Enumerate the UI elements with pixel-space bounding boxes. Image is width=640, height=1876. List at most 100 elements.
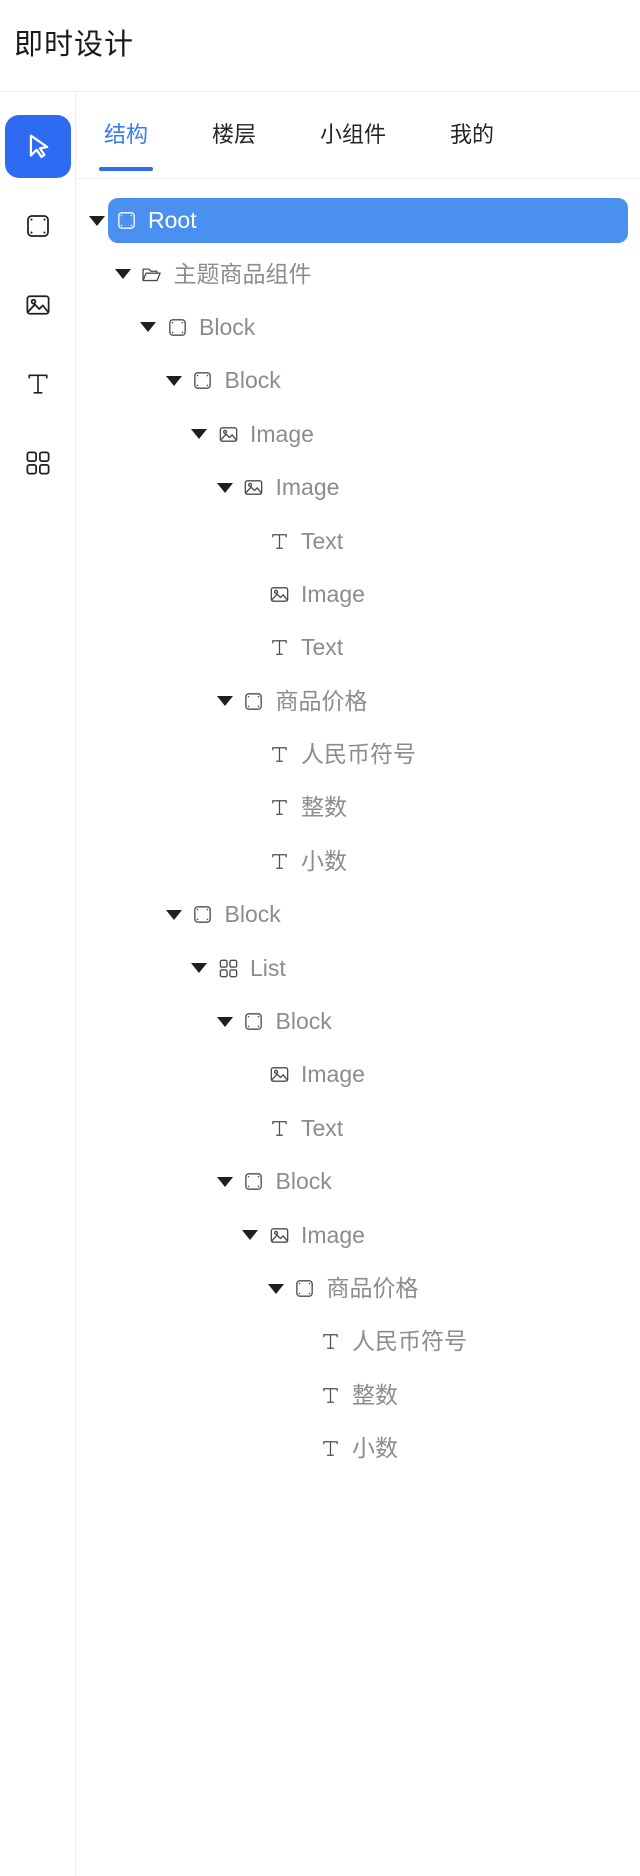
text-tool[interactable] [5, 352, 71, 415]
tree-row[interactable]: Text [76, 1102, 640, 1155]
tree-row-label: 整数 [301, 794, 347, 821]
tree-row-label: Image [301, 1221, 365, 1248]
tree-row-label: Image [275, 474, 340, 501]
tree-row-label: Text [301, 527, 344, 554]
block-icon [23, 211, 53, 241]
tree-row[interactable]: Block [76, 354, 640, 407]
text-icon [318, 1383, 342, 1407]
tree-row[interactable]: 整数 [76, 1369, 640, 1422]
chevron-down-icon[interactable] [188, 423, 210, 445]
page-title: 即时设计 [14, 29, 135, 61]
block-icon [114, 209, 138, 233]
tree-row-label: 人民币符号 [301, 741, 416, 768]
tree-row[interactable]: 小数 [76, 835, 640, 888]
tree-row-label: Root [148, 207, 197, 234]
tree-row-label: 整数 [352, 1381, 398, 1408]
tab-1[interactable]: 结构 [98, 118, 154, 178]
chevron-down-icon[interactable] [163, 370, 185, 392]
chevron-down-icon[interactable] [214, 1171, 236, 1193]
app-window: 即时设计 结构 楼层 小组件 我的 Root 主题商品组件 Block Block Image… [0, 0, 640, 1876]
tree-row[interactable]: 小数 [76, 1422, 640, 1475]
tree-row-label: List [250, 954, 286, 981]
tree-row[interactable]: List [76, 941, 640, 994]
tree-row[interactable]: 人民币符号 [76, 728, 640, 781]
tree-row[interactable]: Image [76, 1208, 640, 1261]
block-icon [242, 1010, 266, 1034]
tree-row-label: 商品价格 [326, 1275, 419, 1301]
tree-row[interactable]: Root [76, 194, 640, 247]
tree-row-label: Image [301, 580, 365, 607]
tree-row[interactable]: 整数 [76, 781, 640, 834]
chevron-down-icon[interactable] [188, 957, 210, 979]
tree-row-label: 小数 [352, 1435, 398, 1462]
grid-icon [23, 448, 53, 478]
text-icon [318, 1330, 342, 1354]
text-icon [267, 849, 291, 873]
tree-row[interactable]: Image [76, 568, 640, 621]
tree-row[interactable]: Image [76, 1048, 640, 1101]
text-icon [267, 1116, 291, 1140]
chevron-down-icon[interactable] [214, 1011, 236, 1033]
text-icon [267, 636, 291, 660]
tree-row[interactable]: Block [76, 301, 640, 354]
chevron-down-icon[interactable] [239, 1224, 261, 1246]
chevron-down-icon[interactable] [214, 690, 236, 712]
tree-row[interactable]: 商品价格 [76, 675, 640, 728]
image-icon [216, 422, 240, 446]
tab-3[interactable]: 小组件 [314, 118, 392, 178]
block-tool[interactable] [5, 194, 71, 257]
image-icon [267, 1223, 291, 1247]
block-icon [165, 315, 189, 339]
chevron-down-icon[interactable] [86, 210, 108, 232]
tree-row-label: Block [224, 901, 281, 928]
layer-tree[interactable]: Root 主题商品组件 Block Block Image Image Text Image T… [76, 179, 640, 1876]
tree-row-label: Text [301, 1114, 344, 1141]
tree-row-label: 人民币符号 [352, 1328, 467, 1355]
tree-row[interactable]: 商品价格 [76, 1262, 640, 1315]
select-tool[interactable] [4, 115, 71, 178]
chevron-down-icon[interactable] [163, 904, 185, 926]
tree-row-label: 小数 [301, 847, 347, 874]
tree-row[interactable]: 主题商品组件 [76, 247, 640, 300]
text-icon [267, 529, 291, 553]
chevron-down-icon[interactable] [137, 316, 159, 338]
tree-row[interactable]: Image [76, 408, 640, 461]
chevron-down-icon[interactable] [265, 1278, 287, 1300]
cursor-icon [21, 130, 55, 164]
text-icon [267, 796, 291, 820]
text-icon [318, 1437, 342, 1461]
tree-row[interactable]: Block [76, 888, 640, 941]
tree-row-label: Block [199, 313, 256, 340]
tree-row[interactable]: Image [76, 461, 640, 514]
chevron-down-icon[interactable] [214, 477, 236, 499]
tree-row-label: Block [275, 1008, 332, 1035]
block-icon [191, 903, 215, 927]
image-icon [267, 582, 291, 606]
image-tool[interactable] [5, 273, 71, 336]
chevron-down-icon[interactable] [112, 263, 134, 285]
panel-tabbar: 结构 楼层 小组件 我的 [76, 92, 640, 179]
grid-icon [216, 956, 240, 980]
image-icon [242, 476, 266, 500]
image-icon [23, 290, 53, 320]
list-tool[interactable] [5, 431, 71, 494]
tab-2[interactable]: 楼层 [206, 118, 262, 178]
tree-row-label: Image [250, 420, 314, 447]
tab-4[interactable]: 我的 [444, 118, 500, 178]
tree-row[interactable]: Text [76, 514, 640, 567]
tree-row[interactable]: Block [76, 1155, 640, 1208]
app-body: 结构 楼层 小组件 我的 Root 主题商品组件 Block Block Image Image… [0, 92, 640, 1876]
tree-row-label: 商品价格 [275, 687, 368, 714]
tree-row[interactable]: Block [76, 995, 640, 1048]
block-icon [293, 1277, 317, 1301]
block-icon [191, 369, 215, 393]
tree-row[interactable]: 人民币符号 [76, 1315, 640, 1368]
tree-row-label: Block [275, 1168, 332, 1195]
tree-row[interactable]: Text [76, 621, 640, 674]
layer-panel: 结构 楼层 小组件 我的 Root 主题商品组件 Block Block Image Image… [76, 92, 640, 1876]
block-icon [242, 689, 266, 713]
folder-icon [140, 262, 164, 286]
tree-row-label: 主题商品组件 [173, 260, 312, 287]
tree-row-label: Text [301, 634, 344, 661]
text-icon [267, 743, 291, 767]
